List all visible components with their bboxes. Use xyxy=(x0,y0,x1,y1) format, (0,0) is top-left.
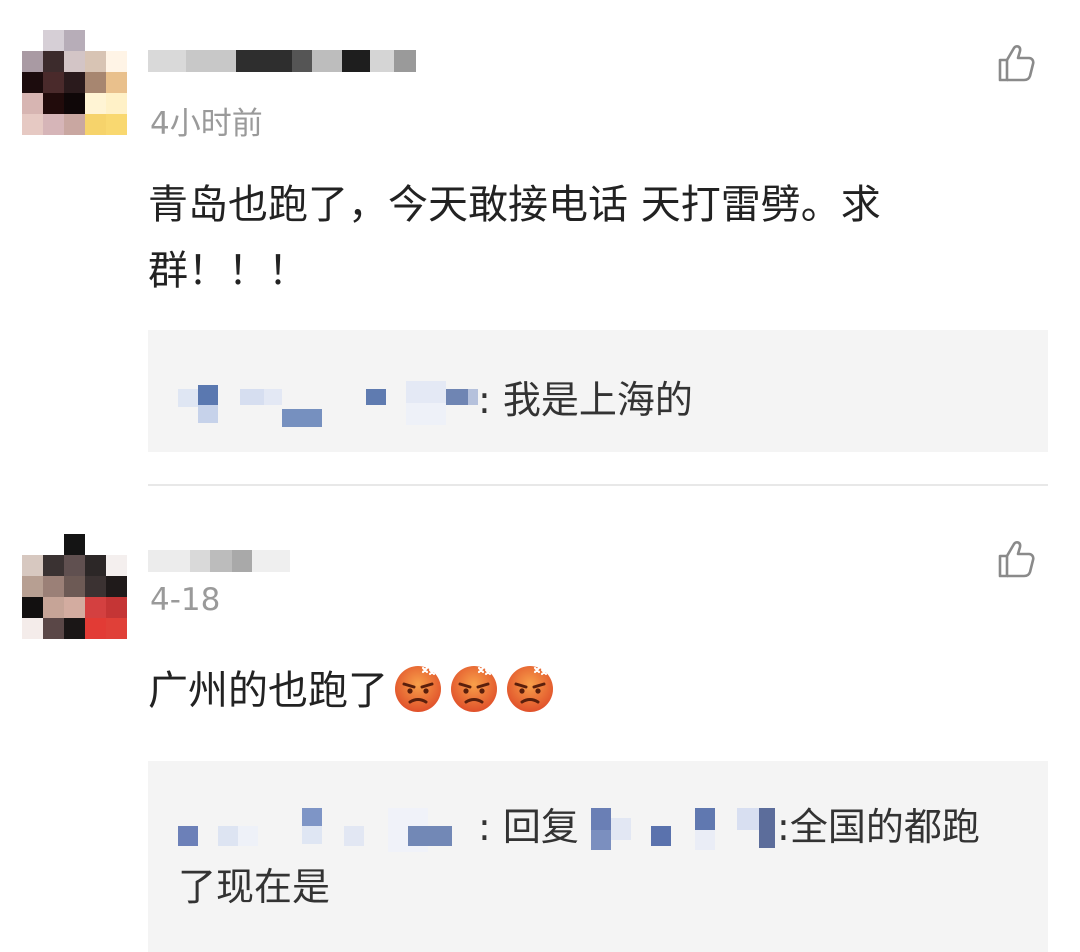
reply-line: : 我是上海的 xyxy=(178,370,1008,430)
emoji-group xyxy=(388,666,556,714)
angry-face-emoji xyxy=(507,666,553,712)
reply-box[interactable]: : 回复 :全国的都跑了现在是 xyxy=(148,761,1048,952)
angry-face-emoji xyxy=(395,666,441,712)
thumbs-up-icon[interactable] xyxy=(996,42,1036,84)
comment-text-body: 广州的也跑了 xyxy=(148,668,388,714)
thumbs-up-icon[interactable] xyxy=(996,538,1036,580)
reply-separator: : xyxy=(478,378,503,422)
avatar[interactable] xyxy=(22,534,127,639)
comment-item: 4小时前 青岛也跑了，今天敢接电话 天打雷劈。求群！！！ : 我是上海的 xyxy=(0,0,1080,484)
angry-face-emoji xyxy=(451,666,497,712)
reply-content: 我是上海的 xyxy=(502,378,693,422)
comment-time: 4小时前 xyxy=(150,106,263,142)
reply-target-username[interactable] xyxy=(591,807,777,852)
comment-text: 广州的也跑了 xyxy=(148,658,1040,724)
username[interactable] xyxy=(148,548,290,574)
reply-separator: : xyxy=(478,805,503,849)
reply-username[interactable] xyxy=(178,380,478,427)
reply-username[interactable] xyxy=(178,807,478,852)
comment-item: 4-18 广州的也跑了 : 回复:全国的都跑了现在是 xyxy=(0,486,1080,952)
comment-time: 4-18 xyxy=(150,582,221,618)
comment-text: 青岛也跑了，今天敢接电话 天打雷劈。求群！！！ xyxy=(148,182,881,294)
avatar[interactable] xyxy=(22,30,127,135)
reply-word: 回复 xyxy=(502,805,579,849)
reply-box[interactable]: : 我是上海的 xyxy=(148,330,1048,452)
username[interactable] xyxy=(148,48,416,74)
reply-separator-2: : xyxy=(777,805,790,849)
reply-line: : 回复 :全国的都跑了现在是 xyxy=(178,797,1008,917)
